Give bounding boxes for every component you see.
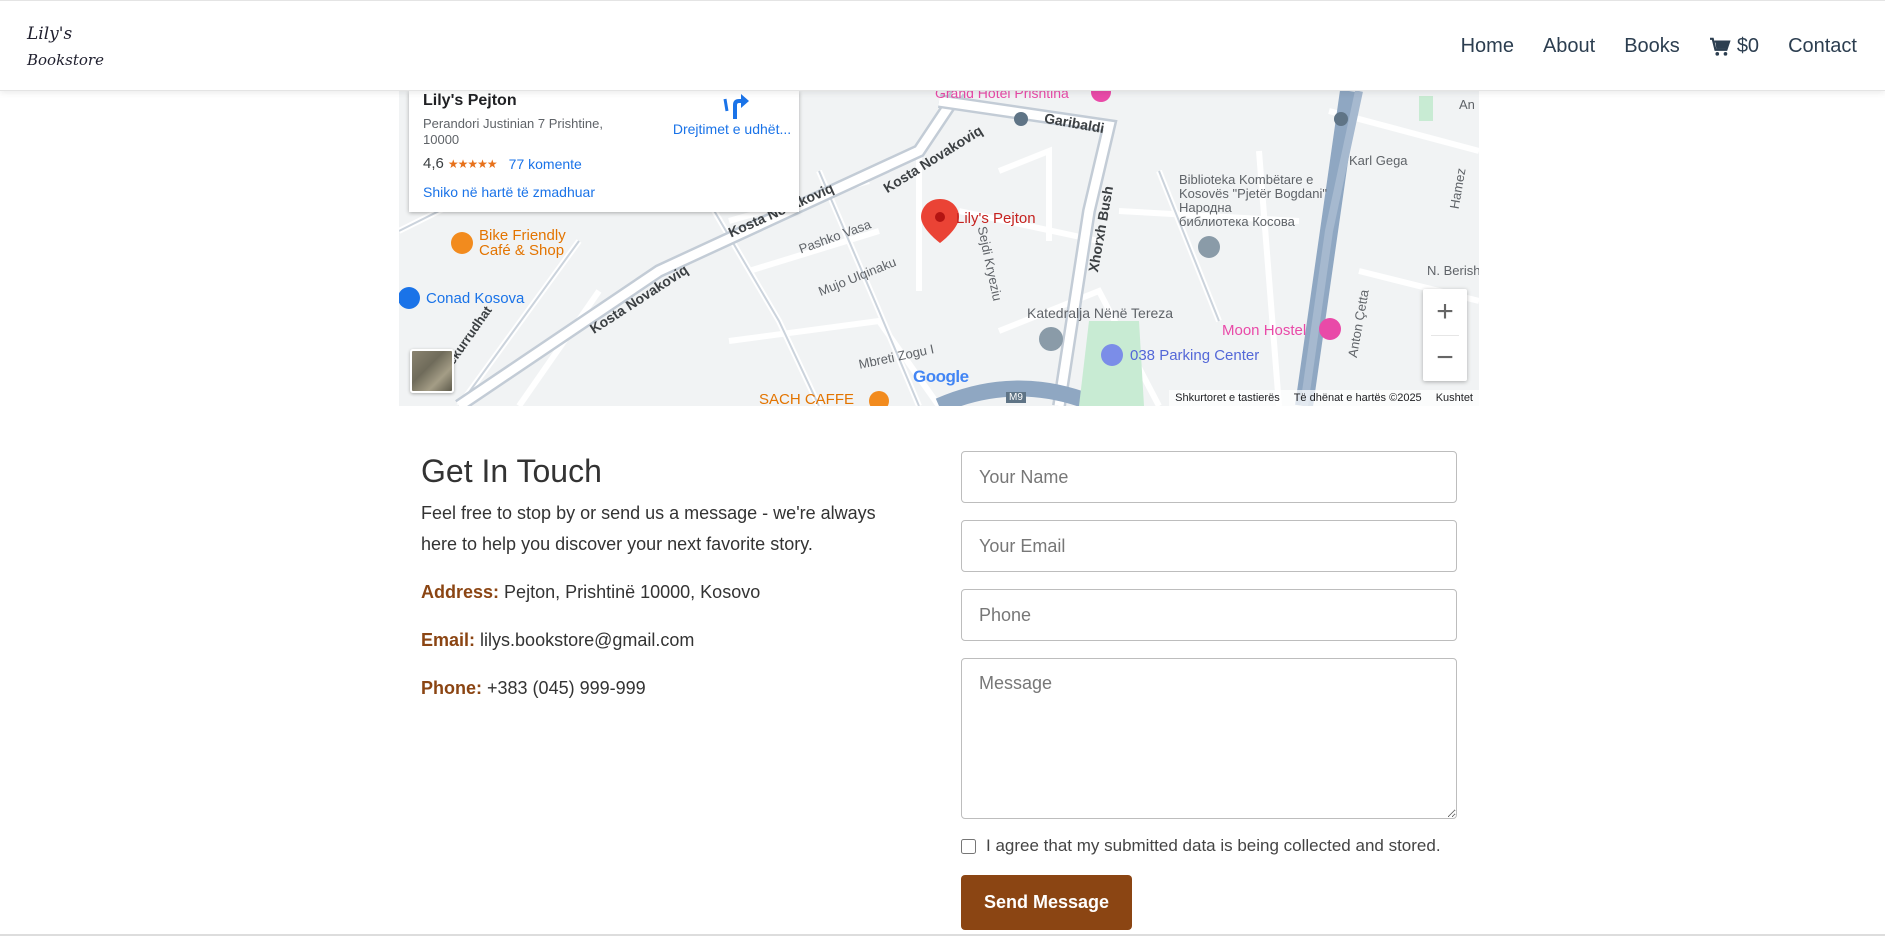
- map-label-karl-gega: Karl Gega: [1349, 153, 1408, 168]
- zoom-in-button[interactable]: +: [1423, 289, 1467, 335]
- directions-button[interactable]: Drejtimet e udhët...: [667, 91, 797, 137]
- place-address: Perandori Justinian 7 Prishtine, 10000: [423, 116, 603, 147]
- nav-books-link[interactable]: Books: [1624, 35, 1680, 58]
- zoom-divider: [1431, 335, 1459, 336]
- embedded-map[interactable]: Grand Hotel Prishtina Garibaldi Kosta No…: [399, 91, 1479, 406]
- contact-intro: Feel free to stop by or send us a messag…: [421, 503, 876, 554]
- rating-value: 4,6: [423, 155, 444, 172]
- view-larger-map-link[interactable]: Shiko në hartë të zmadhuar: [423, 184, 595, 200]
- place-info-card: Lily's Pejton Perandori Justinian 7 Pris…: [409, 91, 799, 212]
- address-line: Address: Pejton, Prishtinë 10000, Kosovo: [421, 577, 901, 608]
- google-logo-text: Google: [913, 367, 969, 386]
- map-label-grand-hotel: Grand Hotel Prishtina: [935, 91, 1069, 101]
- map-label-parking: 038 Parking Center: [1130, 347, 1260, 364]
- map-pin-label: Lily's Pejton: [956, 210, 1036, 227]
- logo-line-2: Bookstore: [27, 51, 104, 69]
- phone-input[interactable]: [961, 589, 1457, 641]
- map-label-nberisha: N. Berish: [1427, 263, 1479, 278]
- map-label-moon-hostel: Moon Hostel: [1222, 322, 1307, 339]
- rating-stars-icon: ★★★★★: [447, 156, 498, 171]
- email-line: Email: lilys.bookstore@gmail.com: [421, 625, 901, 656]
- navbar: Lily's Bookstore Home About Books $0 Con…: [0, 0, 1885, 91]
- nav-cart-link[interactable]: $0: [1709, 35, 1759, 58]
- map-label-cathedral: Katedralja Nënë Tereza: [1027, 305, 1174, 321]
- phone-label: Phone:: [421, 678, 482, 698]
- place-rating: 4,6 ★★★★★ 77 komente: [423, 155, 582, 172]
- site-logo[interactable]: Lily's Bookstore: [27, 21, 104, 73]
- map-label-library-4: библиотека Косова: [1179, 214, 1295, 229]
- name-input[interactable]: [961, 451, 1457, 503]
- map-label-library-3: Народна: [1179, 200, 1232, 215]
- phone-value: +383 (045) 999-999: [487, 678, 646, 698]
- nav-contact-link[interactable]: Contact: [1788, 35, 1857, 58]
- phone-line: Phone: +383 (045) 999-999: [421, 673, 901, 704]
- email-value: lilys.bookstore@gmail.com: [480, 630, 695, 650]
- satellite-toggle-button[interactable]: [410, 349, 454, 393]
- directions-label: Drejtimet e udhët...: [672, 121, 792, 137]
- email-label: Email:: [421, 630, 476, 650]
- map-label-conad: Conad Kosova: [426, 290, 525, 307]
- consent-row: I agree that my submitted data is being …: [961, 836, 1457, 856]
- contact-info: Get In Touch Feel free to stop by or sen…: [421, 450, 901, 704]
- contact-title: Get In Touch: [421, 453, 602, 489]
- nav-home-link[interactable]: Home: [1461, 35, 1514, 58]
- map-label-library-2: Kosovës "Pjetër Bogdani": [1179, 186, 1327, 201]
- map-label-bike-cafe: Bike Friendly Café & Shop: [479, 228, 566, 258]
- map-label-an: An: [1459, 97, 1475, 112]
- map-label-bike-1: Bike Friendly: [479, 227, 566, 244]
- map-label-bike-2: Café & Shop: [479, 242, 565, 259]
- email-input[interactable]: [961, 520, 1457, 572]
- place-name: Lily's Pejton: [423, 92, 517, 109]
- cart-total: $0: [1736, 35, 1760, 57]
- map-label-m9: M9: [1006, 392, 1026, 403]
- logo-line-1: Lily's: [27, 24, 73, 44]
- map-label-library: Biblioteka Kombëtare e Kosovës "Pjetër B…: [1179, 173, 1327, 229]
- map-attribution: Shkurtoret e tastierës Të dhënat e hartë…: [1169, 390, 1479, 406]
- consent-checkbox[interactable]: [961, 838, 976, 854]
- map-terms-link[interactable]: Kushtet: [1436, 392, 1473, 404]
- google-logo: Google: [913, 367, 969, 387]
- zoom-out-button[interactable]: −: [1423, 335, 1467, 381]
- consent-label: I agree that my submitted data is being …: [986, 836, 1441, 855]
- main-nav: Home About Books $0 Contact: [1461, 35, 1857, 58]
- map-data-text: Të dhënat e hartës ©2025: [1293, 392, 1422, 404]
- map-label-library-1: Biblioteka Kombëtare e: [1179, 172, 1314, 187]
- contact-form: I agree that my submitted data is being …: [961, 451, 1457, 930]
- nav-about-link[interactable]: About: [1543, 35, 1595, 58]
- map-zoom-controls: + −: [1423, 289, 1467, 381]
- directions-icon: [723, 94, 749, 119]
- address-label: Address:: [421, 582, 500, 602]
- reviews-link[interactable]: 77 komente: [509, 156, 582, 172]
- message-textarea[interactable]: [961, 658, 1457, 819]
- keyboard-shortcuts-link[interactable]: Shkurtoret e tastierës: [1175, 392, 1280, 404]
- map-label-sach: SACH CAFFE: [759, 391, 855, 406]
- cart-icon: [1709, 37, 1731, 56]
- address-value: Pejton, Prishtinë 10000, Kosovo: [504, 582, 761, 602]
- send-message-button[interactable]: Send Message: [961, 875, 1132, 930]
